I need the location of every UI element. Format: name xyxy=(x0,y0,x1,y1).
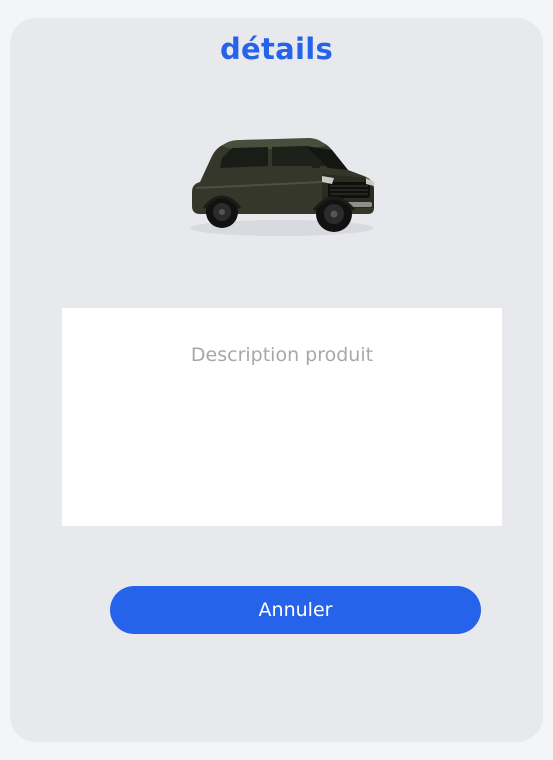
product-description-field[interactable]: Description produit xyxy=(62,308,502,526)
page-title: détails xyxy=(219,32,334,66)
car-suv-icon xyxy=(190,138,374,236)
description-placeholder: Description produit xyxy=(190,344,374,366)
cancel-button[interactable]: Annuler xyxy=(110,586,481,634)
details-card: détails Description produit Annuler xyxy=(10,18,543,742)
